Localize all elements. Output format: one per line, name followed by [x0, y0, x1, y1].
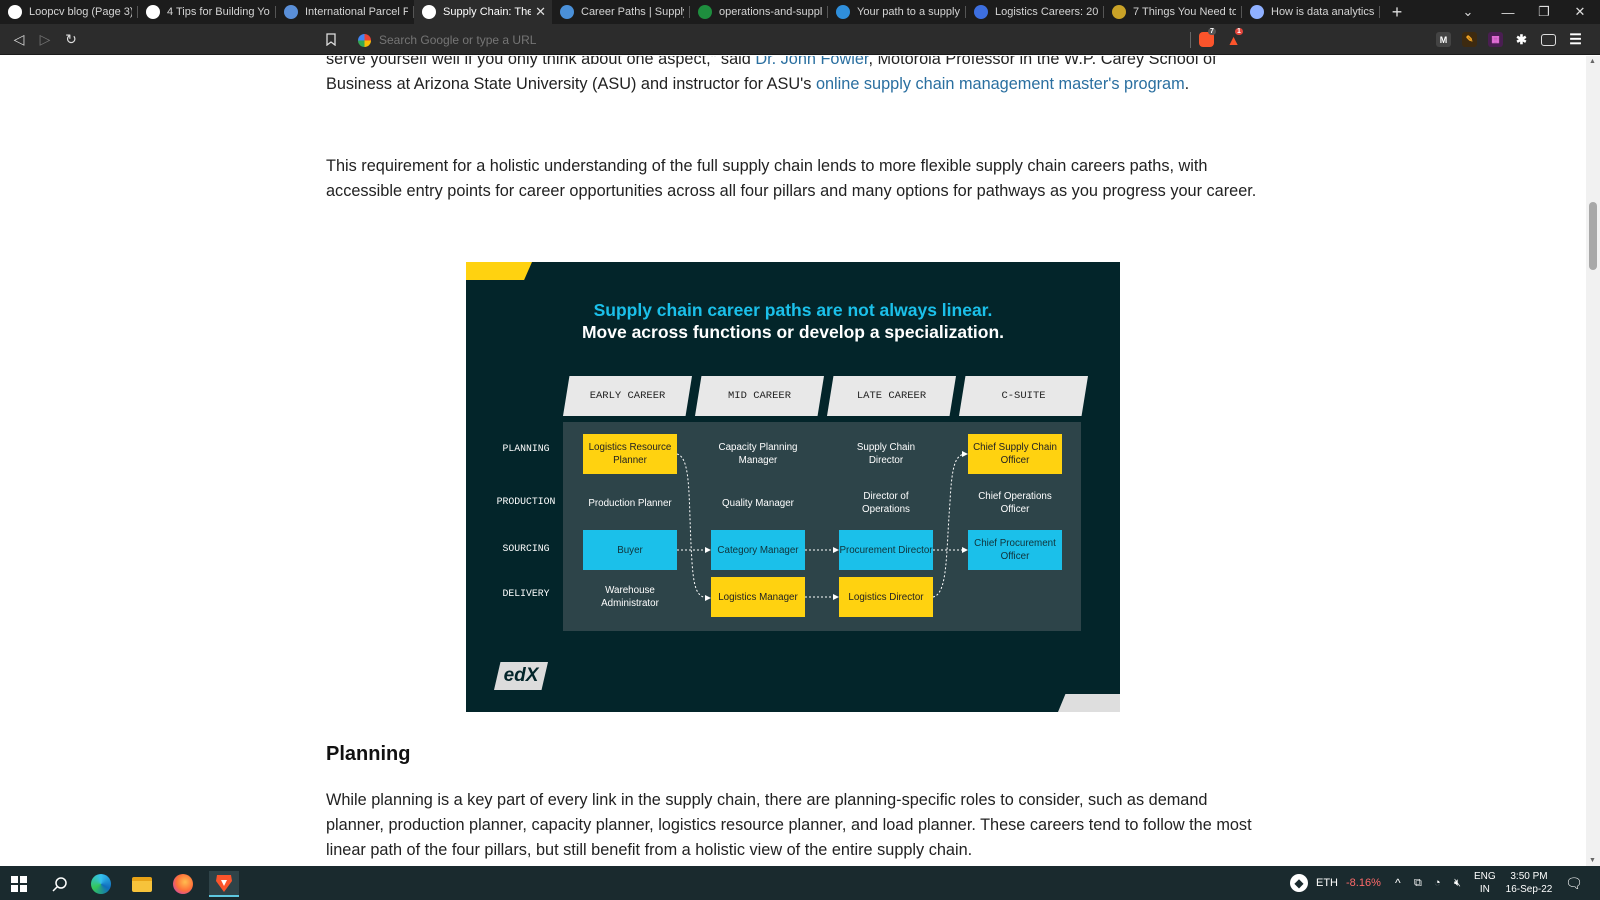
address-bar[interactable] [350, 29, 1190, 51]
scroll-up-arrow-icon[interactable]: ▲ [1589, 58, 1596, 65]
browser-tab[interactable]: International Parcel Post [276, 0, 414, 24]
extensions-puzzle-icon[interactable]: ✱ [1514, 32, 1529, 47]
tab-title: operations-and-supply- [719, 6, 822, 18]
sheet-icon [698, 5, 712, 19]
browser-tab[interactable]: Your path to a supply ch [828, 0, 966, 24]
show-hidden-icons-chevron-icon[interactable]: ^ [1395, 866, 1401, 900]
clock-date: 16-Sep-22 [1505, 884, 1553, 895]
wave-icon [560, 5, 574, 19]
tab-strip: Loopcv blog (Page 3) 4 Tips for Building … [0, 0, 1600, 24]
tab-title: Loopcv blog (Page 3) [29, 6, 132, 18]
analytics-icon [1250, 5, 1264, 19]
brave-shields-icon[interactable]: 7 [1199, 28, 1216, 47]
parcel-icon [284, 5, 298, 19]
loopcv-icon [146, 5, 160, 19]
tab-close-icon[interactable]: ✕ [535, 4, 546, 20]
p-icon [836, 5, 850, 19]
browser-tab[interactable]: Supply Chain: The C✕ [414, 0, 552, 24]
clock[interactable]: 3:50 PM 16-Sep-22 [1505, 866, 1553, 900]
brave-rewards-icon[interactable]: ▲ 1 [1226, 28, 1243, 48]
tab-title: Your path to a supply ch [857, 6, 960, 18]
new-tab-button[interactable]: + [1384, 0, 1410, 24]
section-heading-planning: Planning [326, 743, 411, 765]
language-indicator[interactable]: ENG IN [1474, 866, 1496, 900]
divider [1190, 32, 1191, 48]
intro-paragraph: serve yourself well if you only think ab… [326, 56, 1266, 97]
paragraph-text: serve yourself well if you only think ab… [326, 56, 756, 68]
brave-shields-badge: 7 [1208, 28, 1216, 35]
back-button[interactable]: ◁ [11, 31, 27, 47]
browser-tab[interactable]: Logistics Careers: 2022 [966, 0, 1104, 24]
file-explorer-icon[interactable] [127, 871, 157, 897]
edge-browser-icon[interactable] [86, 871, 116, 897]
volume-muted-icon[interactable]: 🔇︎ [1454, 866, 1461, 900]
arrow-lrp-to-logmgr [676, 453, 711, 601]
extension-grid-icon[interactable]: ▦ [1488, 32, 1503, 47]
tab-title: Career Paths | Supply Ch [581, 6, 684, 18]
loopcv-icon [8, 5, 22, 19]
address-input[interactable] [379, 33, 1079, 47]
extension-grammar-icon[interactable]: ✎ [1462, 32, 1477, 47]
paragraph-text: . [1184, 75, 1190, 93]
tab-title: How is data analytics ch [1271, 6, 1374, 18]
shield-icon [1112, 5, 1126, 19]
career-path-arrows [676, 451, 968, 601]
clock-time: 3:50 PM [1510, 871, 1548, 882]
search-icon[interactable] [45, 871, 75, 897]
brave-browser-icon[interactable] [209, 871, 239, 897]
browser-tab[interactable]: Career Paths | Supply Ch [552, 0, 690, 24]
tab-title: Logistics Careers: 2022 [995, 6, 1098, 18]
browser-tab[interactable]: operations-and-supply- [690, 0, 828, 24]
forward-button[interactable]: ▷ [37, 31, 53, 47]
notification-center-icon[interactable]: 🗨︎ [1565, 866, 1583, 900]
holistic-paragraph: This requirement for a holistic understa… [326, 157, 1257, 200]
close-window-button[interactable]: ✕ [1562, 0, 1598, 24]
language-code: ENG [1474, 871, 1496, 882]
wallet-icon[interactable] [1541, 34, 1556, 46]
reload-button[interactable]: ↻ [63, 31, 79, 47]
windows-taskbar: ◆ ETH -8.16% ^ ⧉ ◔ 🔇︎ ENG IN 3:50 PM 16-… [0, 866, 1600, 900]
scrollbar-thumb[interactable] [1589, 202, 1597, 270]
browser-tab[interactable]: 4 Tips for Building Your [138, 0, 276, 24]
ethereum-icon: ◆ [1290, 874, 1308, 892]
bookmark-icon[interactable] [323, 31, 339, 47]
tab-title: Supply Chain: The C [443, 6, 532, 18]
google-icon [358, 33, 371, 47]
scroll-down-arrow-icon[interactable]: ▼ [1589, 857, 1596, 864]
page-scrollbar[interactable]: ▲ ▼ [1586, 56, 1600, 866]
tab-search-chevron-icon[interactable]: ⌄ [1450, 0, 1486, 24]
planning-paragraph: While planning is a key part of every li… [326, 791, 1252, 859]
minimize-button[interactable]: — [1490, 0, 1526, 24]
menu-icon[interactable]: ☰ [1568, 31, 1583, 47]
john-fowler-link[interactable]: Dr. John Fowler [755, 56, 868, 68]
crypto-ticker[interactable]: ◆ ETH -8.16% [1290, 866, 1381, 900]
wifi-icon[interactable]: ◔ [1434, 866, 1441, 900]
asu-program-link[interactable]: online supply chain management master's … [816, 75, 1185, 93]
meet-now-icon[interactable]: ⧉ [1414, 866, 1422, 900]
tab-title: 4 Tips for Building Your [167, 6, 270, 18]
crypto-change: -8.16% [1346, 877, 1381, 889]
firefox-icon[interactable] [168, 871, 198, 897]
browser-tab[interactable]: How is data analytics ch [1242, 0, 1380, 24]
brave-rewards-badge: 1 [1235, 28, 1243, 35]
restore-button[interactable]: ❐ [1526, 0, 1562, 24]
r-icon [974, 5, 988, 19]
region-code: IN [1479, 884, 1490, 895]
tab-title: 7 Things You Need to K [1133, 6, 1236, 18]
edx-x-icon [422, 5, 436, 19]
edx-logo-text: edX [503, 665, 539, 686]
navigation-bar: ◁ ▷ ↻ 7 ▲ 1 M ✎ ▦ ✱ ☰ [0, 24, 1600, 55]
web-page: serve yourself well if you only think ab… [0, 56, 1586, 866]
browser-tab[interactable]: 7 Things You Need to K [1104, 0, 1242, 24]
extension-m-icon[interactable]: M [1436, 32, 1451, 47]
crypto-label: ETH [1316, 877, 1338, 889]
windows-start-icon[interactable] [4, 871, 34, 897]
edx-logo: edX [494, 662, 548, 690]
arrow-logdir-to-csco [932, 451, 968, 598]
browser-tab[interactable]: Loopcv blog (Page 3) [0, 0, 138, 24]
career-paths-infographic: Supply chain career paths are not always… [466, 262, 1120, 712]
tab-title: International Parcel Post [305, 6, 408, 18]
